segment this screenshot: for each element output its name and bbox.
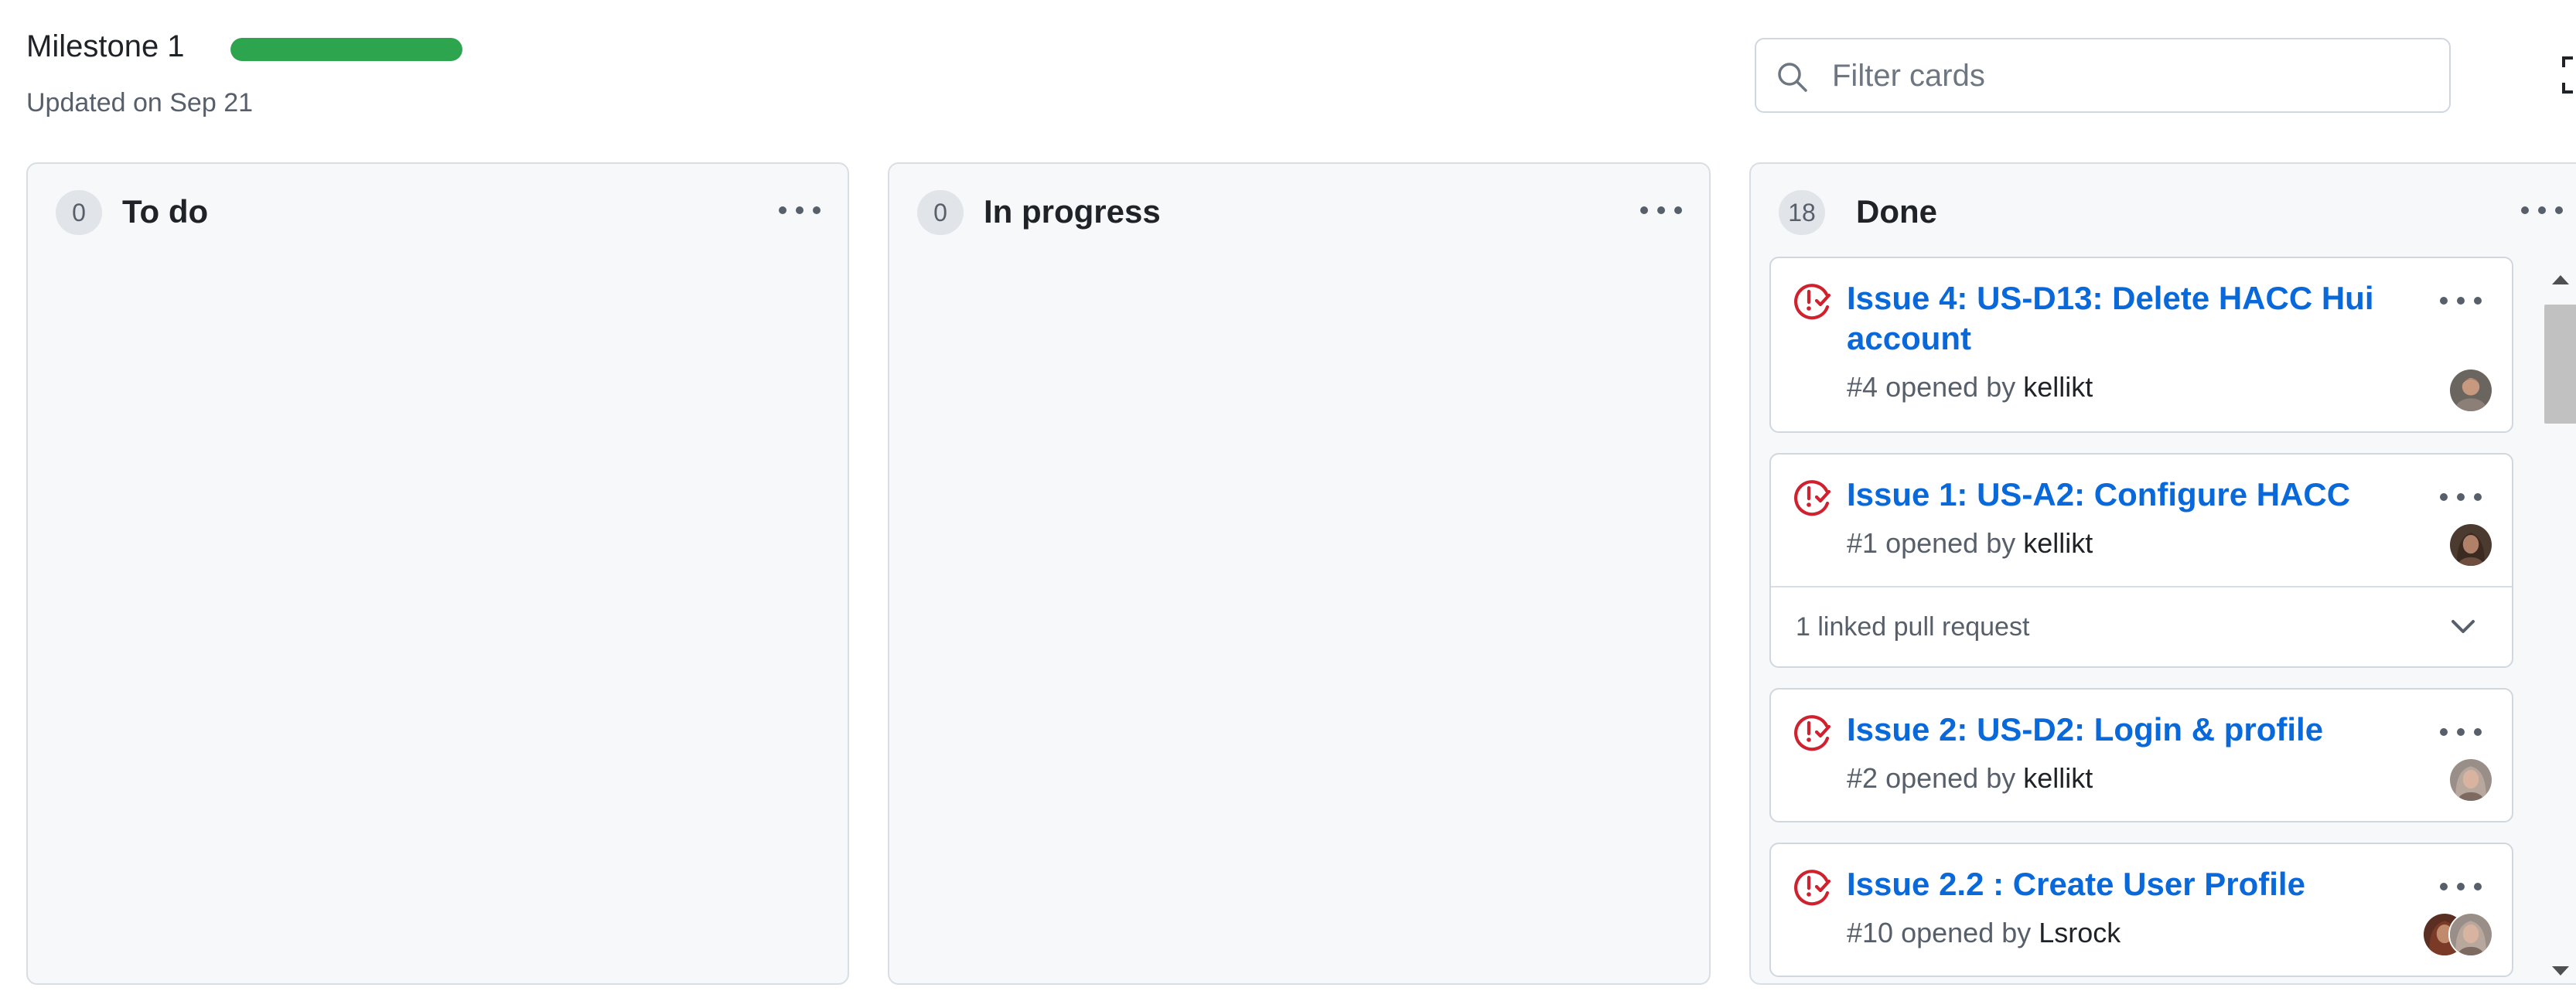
issue-number: #1: [1847, 527, 1878, 559]
assignee-avatars: [2448, 758, 2493, 802]
linked-pull-request-toggle[interactable]: 1 linked pull request: [1771, 586, 2512, 666]
column-menu-icon[interactable]: [775, 195, 824, 226]
issue-author[interactable]: kellikt: [2023, 371, 2093, 403]
scrollbar-thumb[interactable]: [2544, 305, 2576, 424]
issue-closed-icon: [1794, 870, 1831, 906]
avatar[interactable]: [2448, 912, 2493, 957]
issue-card[interactable]: Issue 4: US-D13: Delete HACC Hui account…: [1769, 257, 2513, 433]
column-to-do: 0 To do: [26, 162, 849, 985]
avatar[interactable]: [2448, 368, 2493, 413]
assignee-avatars: [2448, 523, 2493, 567]
column-done: 18 Done Issue 4: US-D13: Delete HACC Hui…: [1749, 162, 2576, 985]
column-title: Done: [1856, 193, 1937, 230]
issue-title-link[interactable]: Issue 2.2 : Create User Profile: [1847, 864, 2411, 904]
issue-meta: #1 opened by kellikt: [1847, 527, 2411, 560]
issue-card[interactable]: Issue 2.2 : Create User Profile #10 open…: [1769, 843, 2513, 977]
scroll-down-arrow-icon[interactable]: [2549, 963, 2572, 979]
issue-closed-icon: [1794, 715, 1831, 751]
scroll-up-arrow-icon[interactable]: [2549, 272, 2572, 288]
issue-meta: #2 opened by kellikt: [1847, 762, 2411, 795]
column-card-count: 0: [56, 190, 102, 235]
issue-author[interactable]: kellikt: [2023, 527, 2093, 559]
column-in-progress: 0 In progress: [888, 162, 1711, 985]
card-menu-icon[interactable]: [2438, 875, 2484, 898]
issue-title-link[interactable]: Issue 2: US-D2: Login & profile: [1847, 710, 2411, 750]
linked-pull-request-label: 1 linked pull request: [1796, 612, 2030, 642]
issue-title-link[interactable]: Issue 1: US-A2: Configure HACC: [1847, 475, 2411, 515]
column-header: 18 Done: [1751, 164, 2576, 257]
issue-meta: #10 opened by Lsrock: [1847, 917, 2411, 949]
issue-closed-icon: [1794, 284, 1831, 320]
card-menu-icon[interactable]: [2438, 485, 2484, 509]
issue-author[interactable]: kellikt: [2023, 762, 2093, 794]
avatar[interactable]: [2448, 758, 2493, 802]
cards-scrollbar[interactable]: [2537, 264, 2576, 983]
assignee-avatars: [2448, 368, 2493, 413]
opened-by-label: opened by: [1885, 527, 2016, 559]
milestone-progress-bar: [230, 38, 462, 61]
opened-by-label: opened by: [1885, 371, 2016, 403]
opened-by-label: opened by: [1901, 917, 2032, 948]
column-menu-icon[interactable]: [1636, 195, 1686, 226]
filter-cards-input[interactable]: [1830, 55, 2434, 97]
issue-number: #2: [1847, 762, 1878, 794]
project-header: Milestone 1 Updated on Sep 21: [0, 0, 2576, 155]
issue-number: #4: [1847, 371, 1878, 403]
column-title: In progress: [984, 193, 1161, 230]
search-icon: [1778, 63, 1807, 92]
column-card-count: 18: [1779, 190, 1825, 235]
issue-author[interactable]: Lsrock: [2039, 917, 2121, 948]
avatar[interactable]: [2448, 523, 2493, 567]
chevron-down-icon: [2451, 620, 2475, 633]
issue-card[interactable]: Issue 1: US-A2: Configure HACC #1 opened…: [1769, 453, 2513, 668]
milestone-progress-fill: [230, 38, 462, 61]
issue-number: #10: [1847, 917, 1894, 948]
assignee-avatars: [2422, 912, 2493, 957]
milestone-title: Milestone 1: [26, 29, 185, 63]
cards-scroll-area[interactable]: Issue 4: US-D13: Delete HACC Hui account…: [1751, 257, 2576, 983]
issue-card[interactable]: Issue 2: US-D2: Login & profile #2 opene…: [1769, 688, 2513, 822]
column-menu-icon[interactable]: [2517, 195, 2567, 226]
issue-title-link[interactable]: Issue 4: US-D13: Delete HACC Hui account: [1847, 278, 2411, 359]
column-card-count: 0: [917, 190, 964, 235]
column-header: 0 In progress: [889, 164, 1709, 257]
fullscreen-icon[interactable]: [2561, 56, 2576, 94]
milestone-updated-text: Updated on Sep 21: [26, 88, 254, 117]
column-title: To do: [122, 193, 209, 230]
card-menu-icon[interactable]: [2438, 720, 2484, 744]
card-menu-icon[interactable]: [2438, 289, 2484, 312]
card-list: Issue 4: US-D13: Delete HACC Hui account…: [1769, 257, 2513, 983]
filter-cards-box[interactable]: [1755, 38, 2451, 113]
issue-closed-icon: [1794, 480, 1831, 516]
issue-meta: #4 opened by kellikt: [1847, 371, 2411, 404]
column-header: 0 To do: [28, 164, 848, 257]
opened-by-label: opened by: [1885, 762, 2016, 794]
